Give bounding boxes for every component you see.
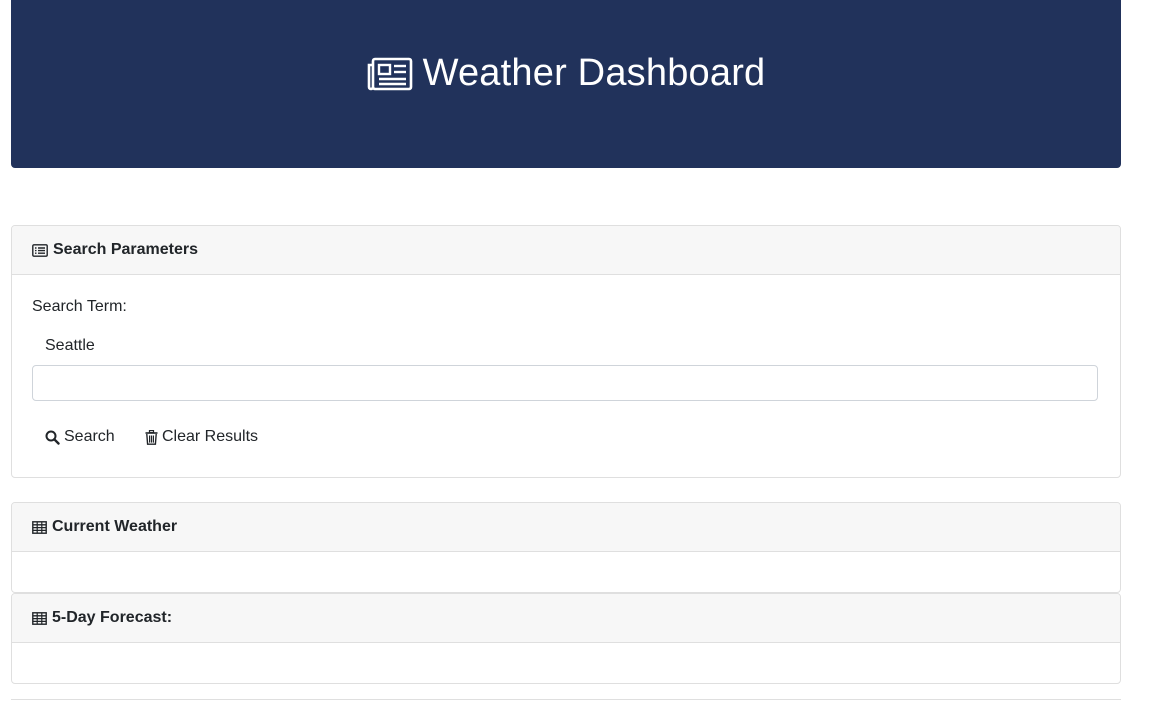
clear-results-label: Clear Results <box>162 428 259 445</box>
current-weather-header: Current Weather <box>12 503 1120 552</box>
search-icon <box>45 430 60 445</box>
forecast-card: 5-Day Forecast: <box>11 593 1121 684</box>
page-container: Weather Dashboard Search Parameters Sear… <box>11 0 1121 700</box>
search-parameters-header: Search Parameters <box>12 226 1120 275</box>
current-weather-card: Current Weather <box>11 502 1121 593</box>
page-title-text: Weather Dashboard <box>422 52 766 94</box>
search-button[interactable]: Search <box>45 428 115 446</box>
current-weather-title: Current Weather <box>52 518 178 535</box>
forecast-title: 5-Day Forecast: <box>52 609 173 626</box>
search-parameters-card: Search Parameters Search Term: Seattle S… <box>11 225 1121 478</box>
header-banner: Weather Dashboard <box>11 0 1121 168</box>
search-button-label: Search <box>64 428 115 445</box>
search-term-value: Seattle <box>45 337 95 354</box>
search-term-label: Search Term: <box>32 298 127 315</box>
table-icon <box>32 520 47 534</box>
page-title: Weather Dashboard <box>367 52 766 95</box>
clear-results-button[interactable]: Clear Results <box>145 428 258 446</box>
table-icon <box>32 611 47 625</box>
divider <box>11 699 1121 700</box>
trash-icon <box>145 429 158 445</box>
newspaper-icon <box>367 57 412 90</box>
forecast-header: 5-Day Forecast: <box>12 594 1120 643</box>
search-parameters-title: Search Parameters <box>53 241 198 258</box>
search-input[interactable] <box>32 365 1098 401</box>
list-alt-icon <box>32 243 48 257</box>
